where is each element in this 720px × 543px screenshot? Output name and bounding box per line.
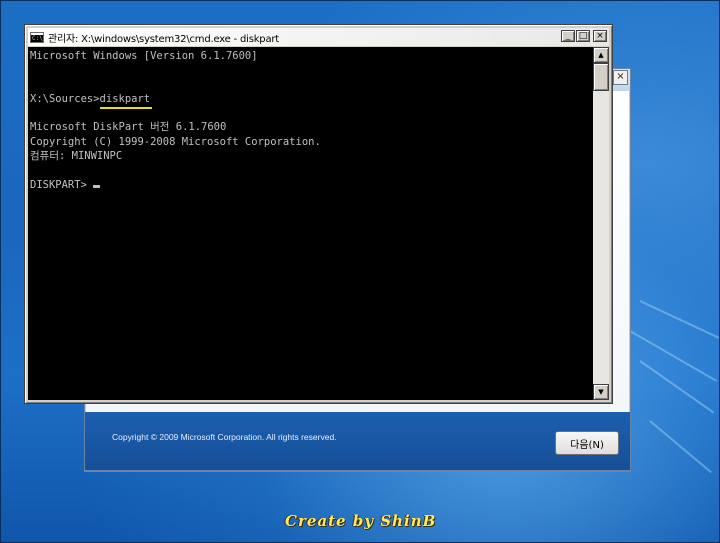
cmd-window-title: 관리자: X:\windows\system32\cmd.exe - diskp… [48,33,280,45]
console-line: Microsoft DiskPart 버전 6.1.7600 [30,121,227,134]
watermark-text: Create by ShinB [285,512,437,530]
decorative-streak [649,420,712,474]
highlight-underline [99,106,153,109]
window-controls: _ □ × [561,30,607,42]
console-line: 컴퓨터: MINWINPC [30,150,123,163]
console-input-line[interactable]: DISKPART> [30,178,595,192]
close-button[interactable]: × [593,30,607,42]
maximize-button[interactable]: □ [576,30,590,42]
console-prompt-line: X:\Sources>diskpart [30,92,595,109]
decorative-streak [639,360,715,414]
cmd-window: C:\ 관리자: X:\windows\system32\cmd.exe - d… [24,24,613,404]
copyright-text: Copyright © 2009 Microsoft Corporation. … [112,432,337,442]
scroll-up-button[interactable]: ▲ [593,47,609,63]
cmd-titlebar[interactable]: C:\ 관리자: X:\windows\system32\cmd.exe - d… [28,28,609,46]
minimize-button[interactable]: _ [561,30,575,42]
setup-close-button[interactable]: × [613,70,628,85]
decorative-streak [629,330,718,382]
typed-command-text: diskpart [99,92,151,105]
decorative-streak [639,300,720,340]
console-line: Copyright (C) 1999-2008 Microsoft Corpor… [30,135,321,148]
vertical-scrollbar[interactable]: ▲ ▼ [593,47,609,400]
scroll-down-button[interactable]: ▼ [593,384,609,400]
text-cursor [93,184,101,188]
console-line: Microsoft Windows [Version 6.1.7600] [30,50,258,62]
scroll-thumb[interactable] [593,63,609,91]
console-icon[interactable]: C:\ [30,31,44,43]
diskpart-prompt: DISKPART> [30,178,94,191]
next-button[interactable]: 다음(N) [555,431,619,455]
console-prompt: X:\Sources> [30,92,100,105]
console-output[interactable]: Microsoft Windows [Version 6.1.7600] X:\… [28,47,595,400]
typed-command: diskpart [99,92,153,109]
